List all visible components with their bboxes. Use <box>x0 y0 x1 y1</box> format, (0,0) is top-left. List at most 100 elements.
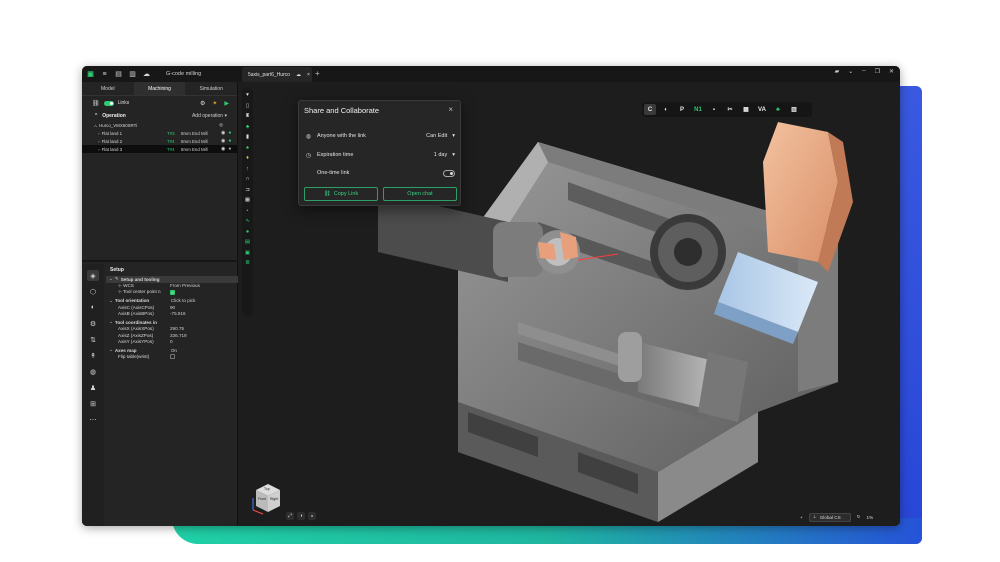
setup-row[interactable]: Flip table(wrist) <box>106 354 238 361</box>
magnet-icon[interactable]: ⊐ <box>244 186 252 194</box>
save-icon[interactable]: ▥ <box>127 69 138 80</box>
toolbar-item-chart[interactable]: ▥ <box>788 104 800 115</box>
tab-simulation[interactable]: Simulation <box>185 82 237 95</box>
tab-label: 5axis_part6_Hurco <box>248 71 290 78</box>
links-toggle[interactable] <box>103 100 114 106</box>
circle-icon[interactable]: ● <box>244 228 252 236</box>
toolbar-item-c[interactable]: C <box>644 104 656 115</box>
flip-table-checkbox[interactable] <box>170 354 175 360</box>
setup-value[interactable]: 90 <box>170 305 175 310</box>
chevron-up-icon[interactable]: ⌃ <box>94 113 98 119</box>
copy-link-button[interactable]: ⛓ Copy Link <box>304 187 378 201</box>
operation-row-selected[interactable]: ▫ Flat land 3 T#4 8mm End Mill ◉ ● <box>82 145 237 153</box>
expand-icon[interactable]: ⌄ <box>109 347 113 353</box>
setup-value[interactable]: 336.719 <box>170 333 187 338</box>
tool-icon[interactable]: ↟ <box>87 350 99 361</box>
operation-row[interactable]: ▫ Flat land 2 T#4 8mm End Mill ◉ ● <box>82 137 237 145</box>
stock-icon[interactable]: ⬡ <box>87 286 99 297</box>
dot-icon[interactable]: • <box>244 207 252 215</box>
open-chat-button[interactable]: Open chat <box>383 187 457 201</box>
minimize-button[interactable]: – <box>862 68 865 75</box>
strategy-icon[interactable]: ◐ <box>87 302 99 313</box>
frame-icon[interactable]: ▣ <box>244 249 252 257</box>
tab-document[interactable]: 5axis_part6_Hurco ☁ × <box>242 67 312 82</box>
setup-row[interactable]: AxisY (AxisYPos) 0 <box>106 339 238 346</box>
more-icon[interactable]: ⋯ <box>87 414 99 425</box>
toolbar-item-va[interactable]: VA <box>756 104 768 115</box>
arch-icon[interactable]: ∩ <box>244 175 252 183</box>
toolbar-item-n1[interactable]: N1 <box>692 104 704 115</box>
one-time-toggle[interactable] <box>443 169 455 177</box>
coordinate-system-select[interactable]: ⊥ Global CS <box>808 512 851 522</box>
green-head-icon[interactable]: ♠ <box>244 144 252 152</box>
add-icon[interactable]: + <box>800 515 803 520</box>
info-icon[interactable]: ◍ <box>87 366 99 377</box>
visibility-icon[interactable]: ◉ <box>221 138 225 144</box>
grid-icon[interactable]: ▦ <box>244 196 252 204</box>
expiration-select[interactable]: 1 day ▾ <box>434 152 455 158</box>
setup-row[interactable]: ⊹ Tool center point n ✓ <box>106 289 238 296</box>
setup-row[interactable]: AxisB (AxisBPos) -75.916 <box>106 311 238 318</box>
parameters-icon[interactable]: ⚙ <box>87 318 99 329</box>
wave-icon[interactable]: ∿ <box>244 217 252 225</box>
navigation-cube[interactable]: Front Right Top <box>250 478 286 523</box>
stack-icon[interactable]: ▤ <box>244 238 252 246</box>
setup-value[interactable]: 290.75 <box>170 326 184 331</box>
green-tool-icon[interactable]: ♣ <box>244 123 252 131</box>
tab-model[interactable]: Model <box>82 82 134 95</box>
restore-button[interactable]: ❐ <box>875 68 880 75</box>
shading-icon[interactable]: ◑ <box>297 512 305 520</box>
machine-row[interactable]: ⛬ Hurco_VMX60SRTi ◎ <box>82 121 237 129</box>
close-icon[interactable]: × <box>448 105 453 114</box>
play-icon[interactable]: ▶ <box>224 100 229 107</box>
tool-library-icon[interactable]: ✦ <box>212 100 217 107</box>
app-logo-icon[interactable]: ▣ <box>85 69 96 80</box>
pin-icon[interactable]: ♜ <box>244 112 252 120</box>
expand-icon[interactable]: ⌄ <box>109 276 113 282</box>
close-icon[interactable]: × <box>307 72 310 78</box>
links-move-icon[interactable]: ⇅ <box>87 334 99 345</box>
layers-icon[interactable]: ≣ <box>244 259 252 267</box>
visibility-icon[interactable]: ◉ <box>221 146 225 152</box>
tab-machining[interactable]: Machining <box>133 82 186 95</box>
display-icon[interactable]: ◒ <box>308 512 316 520</box>
drill-icon[interactable]: ↑ <box>244 165 252 173</box>
toolbar-item-cut[interactable]: ✂ <box>724 104 736 115</box>
setup-icon[interactable]: ◈ <box>87 270 99 281</box>
setup-value[interactable]: 0 <box>170 339 173 344</box>
fit-view-icon[interactable]: ⤢ <box>286 512 294 520</box>
expand-icon[interactable]: ⌄ <box>109 298 113 304</box>
person-icon[interactable]: ♟ <box>87 382 99 393</box>
access-select[interactable]: Can Edit ▾ <box>426 133 455 139</box>
toolbar-item-tree[interactable]: ♣ <box>772 104 784 115</box>
chat-icon[interactable]: ▰ <box>835 68 840 75</box>
setup-value[interactable]: On <box>171 348 177 353</box>
setup-value[interactable]: -75.916 <box>170 311 186 316</box>
new-tab-button[interactable]: + <box>315 69 320 78</box>
fixture-icon[interactable]: ⊞ <box>87 398 99 409</box>
chevron-down-icon[interactable]: ⌄ <box>848 68 853 75</box>
toolbar-item-p[interactable]: P <box>676 104 688 115</box>
panel-divider[interactable] <box>82 260 238 262</box>
file-icon[interactable]: ▤ <box>113 69 124 80</box>
page-icon[interactable]: ▮ <box>244 133 252 141</box>
toolbar-item-shade[interactable]: ◐ <box>660 104 672 115</box>
operation-row[interactable]: ▫ Flat land 1 T#3 8mm End Mill ◉ ● <box>82 129 237 137</box>
add-operation-button[interactable]: Add operation ▾ <box>192 113 227 119</box>
menu-icon[interactable]: ≡ <box>99 69 110 80</box>
visibility-icon[interactable]: ◉ <box>221 130 225 136</box>
setup-value[interactable]: From Previous <box>170 283 200 288</box>
toolbar-item-box[interactable]: ▪ <box>708 104 720 115</box>
toolbar-item-grid[interactable]: ▦ <box>740 104 752 115</box>
settings-icon[interactable]: ◎ <box>219 122 223 128</box>
gear-icon[interactable]: ⚙ <box>200 100 205 107</box>
rotate-icon[interactable]: ↻ <box>857 514 861 520</box>
chevron-down-icon[interactable]: ▾ <box>244 91 252 99</box>
bulb-icon[interactable]: ♦ <box>244 154 252 162</box>
cloud-icon[interactable]: ☁ <box>141 69 152 80</box>
expand-icon[interactable]: ⌄ <box>109 319 113 325</box>
doc-icon[interactable]: ▯ <box>244 102 252 110</box>
close-window-button[interactable]: ✕ <box>889 68 894 75</box>
setup-value[interactable]: Click to pick <box>171 298 196 303</box>
tcp-checkbox[interactable]: ✓ <box>170 289 175 295</box>
